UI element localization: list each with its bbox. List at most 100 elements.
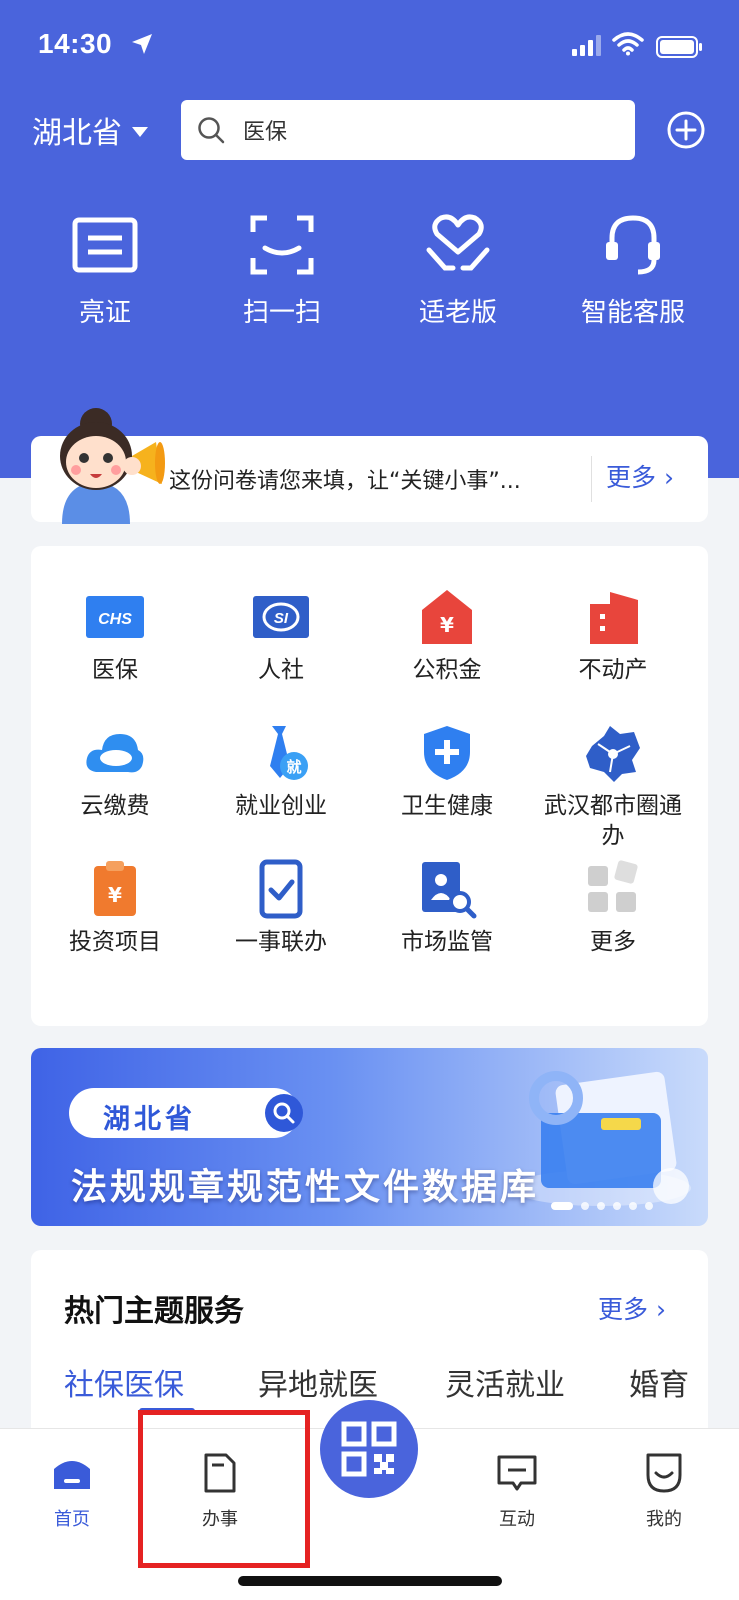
- tab-label: 我的: [646, 1509, 682, 1530]
- scan-icon: [250, 215, 314, 275]
- qr-code-button[interactable]: [320, 1400, 418, 1498]
- investment-clipboard-icon: ¥: [94, 861, 136, 916]
- real-estate-icon: [590, 592, 638, 644]
- province-selector[interactable]: 湖北省: [32, 108, 148, 152]
- search-icon: [265, 1094, 303, 1132]
- service-label: 人社: [258, 657, 304, 683]
- service-investment[interactable]: ¥ 投资项目: [31, 858, 199, 958]
- annotation-highlight-box: [138, 1410, 310, 1568]
- search-input[interactable]: 医保: [181, 100, 635, 160]
- checklist-phone-icon: [259, 859, 303, 919]
- carousel-dot: [645, 1202, 653, 1210]
- quick-action-elder-mode[interactable]: 适老版: [388, 210, 528, 329]
- svg-text:CHS: CHS: [98, 611, 132, 628]
- chat-bubble-icon: [497, 1455, 537, 1491]
- service-market-supervision[interactable]: 市场监管: [363, 858, 531, 958]
- carousel-dot-active: [551, 1202, 573, 1210]
- service-label: 一事联办: [235, 929, 327, 955]
- carousel-dot: [613, 1202, 621, 1210]
- market-supervision-icon: [422, 862, 477, 919]
- carousel-dot: [629, 1202, 637, 1210]
- more-label: 更多: [606, 463, 657, 492]
- service-medical-insurance[interactable]: CHS 医保: [31, 586, 199, 686]
- search-icon: [198, 117, 225, 144]
- service-label: 武汉都市圈通办: [544, 793, 682, 849]
- service-more[interactable]: 更多: [529, 858, 697, 958]
- qr-code-icon: [341, 1421, 397, 1477]
- quick-action-id-card[interactable]: 亮证: [35, 210, 175, 329]
- headset-icon: [606, 215, 660, 275]
- quick-action-label: 适老版: [418, 298, 497, 328]
- service-label: 就业创业: [235, 793, 327, 819]
- svg-text:¥: ¥: [440, 613, 454, 637]
- quick-action-label: 智能客服: [580, 298, 685, 328]
- service-label: 公积金: [412, 657, 482, 683]
- housing-fund-icon: ¥: [422, 590, 472, 644]
- service-health[interactable]: 卫生健康: [363, 722, 531, 822]
- service-label: 医保: [92, 657, 138, 683]
- wifi-icon: [612, 32, 644, 56]
- service-label: 云缴费: [80, 793, 150, 819]
- battery-icon: [656, 36, 702, 58]
- tab-interaction[interactable]: 互动: [467, 1451, 567, 1531]
- banner-title: 法规规章规范性文件数据库: [71, 1167, 540, 1208]
- carousel-dot: [581, 1202, 589, 1210]
- tab-profile[interactable]: 我的: [614, 1451, 714, 1531]
- notice-more-link[interactable]: 更多 ›: [606, 458, 674, 494]
- quick-action-label: 扫一扫: [242, 298, 321, 328]
- service-label: 不动产: [578, 657, 648, 683]
- social-security-icon: SI: [253, 596, 309, 638]
- smiley-face-icon: [646, 1453, 682, 1493]
- tab-flexible-employment[interactable]: 灵活就业: [445, 1360, 565, 1404]
- service-wuhan-metro[interactable]: 武汉都市圈通办: [529, 722, 697, 852]
- employment-icon: 就: [270, 726, 308, 780]
- quick-action-label: 亮证: [78, 298, 131, 328]
- divider: [591, 456, 592, 502]
- service-label: 投资项目: [69, 929, 161, 955]
- tab-marriage-childbirth[interactable]: 婚育: [629, 1360, 689, 1404]
- service-social-security[interactable]: SI 人社: [197, 586, 365, 686]
- province-label: 湖北省: [32, 116, 122, 151]
- id-card-icon: [72, 217, 138, 273]
- cellular-signal-icon: [572, 35, 601, 56]
- service-cloud-payment[interactable]: 云缴费: [31, 722, 199, 822]
- carousel-indicator: [551, 1202, 653, 1210]
- location-arrow-icon: [132, 34, 152, 54]
- add-circle-icon[interactable]: [666, 110, 706, 150]
- tab-home[interactable]: 首页: [22, 1451, 122, 1531]
- tab-label: 首页: [54, 1509, 90, 1530]
- status-bar: 14:30: [0, 0, 739, 92]
- more-label: 更多: [598, 1295, 649, 1324]
- health-shield-icon: [424, 726, 470, 780]
- more-grid-icon: [588, 860, 638, 912]
- service-label: 更多: [590, 929, 636, 955]
- service-grid: CHS 医保 SI 人社 ¥ 公积金 不动产 云缴费 就 就业创业 卫生健康 武…: [31, 546, 708, 1026]
- status-time: 14:30: [38, 28, 113, 59]
- banner-pill-label: 湖北省: [103, 1104, 196, 1135]
- hot-topics-more-link[interactable]: 更多 ›: [598, 1290, 666, 1326]
- home-indicator: [238, 1576, 502, 1586]
- service-label: 市场监管: [401, 929, 493, 955]
- service-label: 卫生健康: [401, 793, 493, 819]
- regulation-database-banner[interactable]: 湖北省 法规规章规范性文件数据库: [31, 1048, 708, 1226]
- elder-care-icon: [426, 214, 490, 271]
- wuhan-map-icon: [586, 726, 640, 782]
- service-real-estate[interactable]: 不动产: [529, 586, 697, 686]
- home-icon: [54, 1461, 90, 1489]
- svg-text:SI: SI: [274, 610, 289, 627]
- quick-action-scan[interactable]: 扫一扫: [212, 210, 352, 329]
- tab-remote-medical[interactable]: 异地就医: [258, 1360, 378, 1404]
- notice-text: 这份问卷请您来填，让“关键小事”...: [169, 469, 521, 494]
- service-employment[interactable]: 就 就业创业: [197, 722, 365, 822]
- chs-medical-insurance-icon: CHS: [86, 596, 144, 638]
- service-housing-fund[interactable]: ¥ 公积金: [363, 586, 531, 686]
- service-one-thing-joint[interactable]: 一事联办: [197, 858, 365, 958]
- quick-action-customer-service[interactable]: 智能客服: [563, 210, 703, 329]
- tab-social-medical[interactable]: 社保医保: [64, 1360, 184, 1404]
- caret-down-icon: [132, 127, 148, 137]
- svg-text:就: 就: [286, 758, 301, 776]
- tab-label: 互动: [499, 1509, 535, 1530]
- search-placeholder: 医保: [243, 120, 288, 145]
- mascot-icon: [60, 408, 165, 524]
- svg-text:¥: ¥: [108, 883, 122, 907]
